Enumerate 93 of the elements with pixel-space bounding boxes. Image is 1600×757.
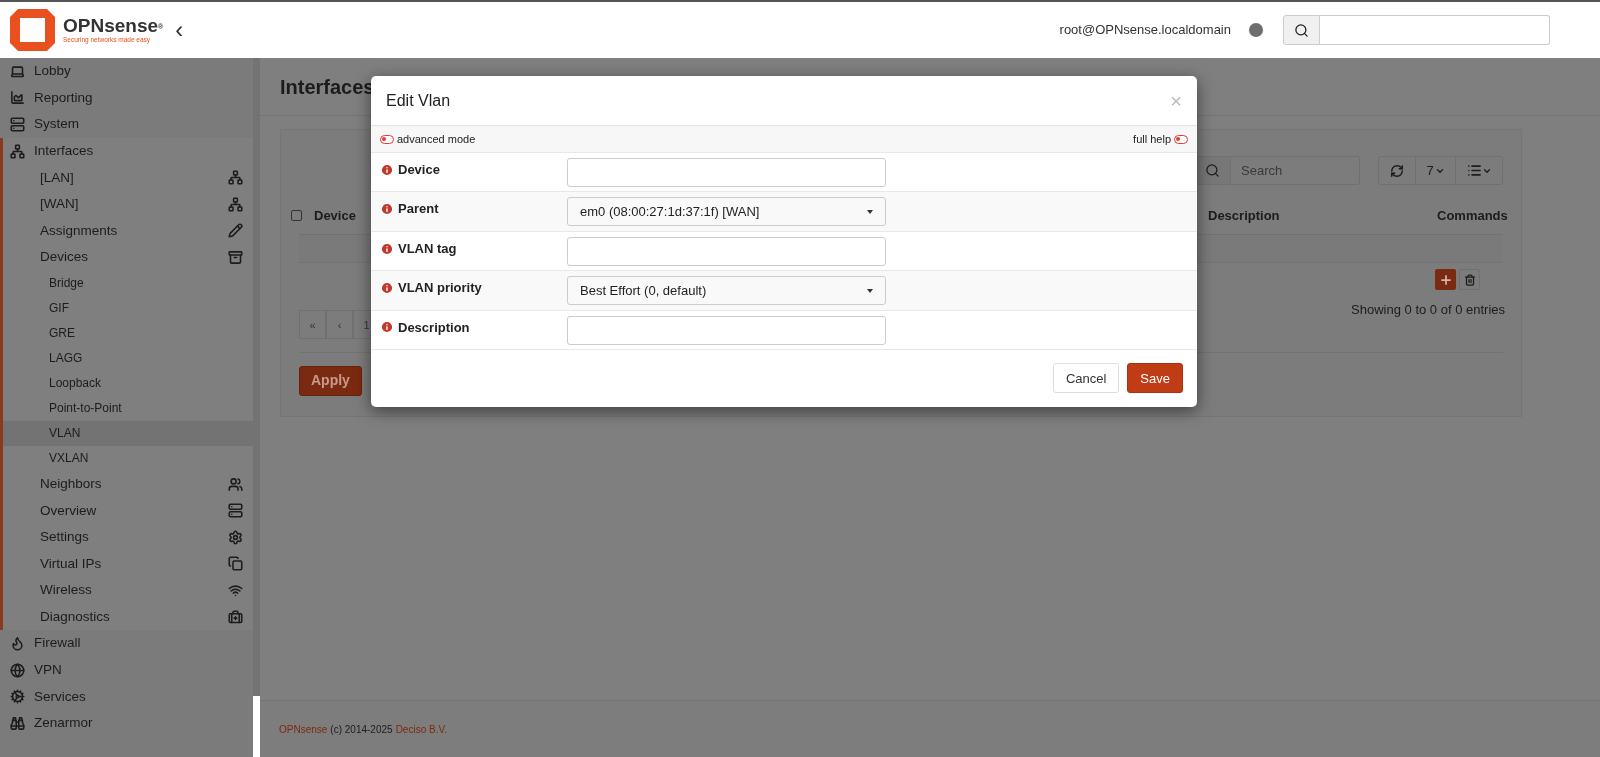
laptop-icon bbox=[10, 63, 25, 79]
logo-icon bbox=[10, 9, 55, 51]
field-label: VLAN tag bbox=[398, 239, 457, 258]
info-icon[interactable] bbox=[380, 320, 394, 335]
global-search-field[interactable] bbox=[1320, 15, 1550, 45]
first-aid-icon bbox=[228, 609, 243, 625]
nav-subitem[interactable]: [WAN] bbox=[3, 190, 253, 218]
nav-subitem[interactable]: Neighbors bbox=[3, 470, 253, 498]
pencil-icon bbox=[228, 223, 243, 239]
delete-button[interactable] bbox=[1459, 269, 1480, 290]
select-all-checkbox[interactable] bbox=[291, 210, 302, 221]
info-icon[interactable] bbox=[380, 241, 394, 256]
nav-subitem[interactable]: Virtual IPs bbox=[3, 550, 253, 578]
flame-icon bbox=[10, 636, 25, 652]
select-field[interactable]: em0 (08:00:27:1d:37:1f) [WAN] bbox=[567, 197, 886, 227]
search-icon bbox=[1205, 163, 1220, 178]
collapse-button[interactable]: ‹ bbox=[175, 18, 184, 42]
info-icon[interactable] bbox=[380, 162, 394, 177]
nav-subitem[interactable]: Overview bbox=[3, 497, 253, 524]
search-field[interactable]: Search bbox=[1231, 156, 1360, 185]
nav-subitem[interactable]: GRE bbox=[3, 320, 253, 346]
nav-subitem[interactable]: GIF bbox=[3, 295, 253, 321]
trash-icon bbox=[1463, 273, 1476, 286]
nav-subitem[interactable]: Loopback bbox=[3, 370, 253, 396]
text-field[interactable] bbox=[567, 315, 886, 345]
footer-link[interactable]: Deciso B.V. bbox=[395, 721, 447, 737]
copyright-text: (c) 2014-2025 bbox=[330, 722, 393, 737]
network-icon bbox=[10, 143, 25, 159]
nav-subitem[interactable]: Point-to-Point bbox=[3, 395, 253, 421]
column-header[interactable]: Description bbox=[1208, 205, 1437, 226]
server-icon bbox=[10, 117, 25, 132]
plus-icon bbox=[1438, 272, 1453, 287]
field-label: Device bbox=[398, 161, 440, 179]
footer-link[interactable]: OPNsense bbox=[279, 721, 328, 737]
copy-icon bbox=[228, 556, 243, 572]
entries-info: Showing 0 to 0 of 0 entries bbox=[1351, 301, 1505, 319]
refresh-icon bbox=[1390, 163, 1404, 178]
logo-wordmark: OPNsense$^{®}$ bbox=[63, 16, 164, 36]
gear-icon bbox=[10, 689, 25, 705]
nav-subitem[interactable]: Diagnostics bbox=[3, 603, 253, 631]
add-button[interactable] bbox=[1435, 269, 1456, 290]
info-icon[interactable] bbox=[380, 280, 394, 295]
nav-item[interactable]: Reporting bbox=[0, 84, 253, 112]
nav-item[interactable]: Services bbox=[0, 683, 253, 711]
list-icon bbox=[1466, 163, 1482, 178]
wifi-icon bbox=[228, 582, 243, 598]
nav-item[interactable]: System bbox=[0, 111, 253, 138]
nav-subitem[interactable]: Settings bbox=[3, 523, 253, 551]
globe-icon bbox=[10, 662, 25, 678]
page-title: Interfaces bbox=[280, 74, 375, 100]
nav-item[interactable]: Interfaces bbox=[3, 137, 253, 165]
nav-subitem[interactable]: LAGG bbox=[3, 345, 253, 371]
users-icon bbox=[228, 476, 243, 492]
pagination-button[interactable]: ‹ bbox=[326, 310, 353, 340]
nav-subitem[interactable]: VLAN bbox=[3, 420, 253, 446]
text-field[interactable] bbox=[567, 158, 886, 187]
user-name[interactable]: root@OPNsense.localdomain bbox=[1059, 20, 1231, 40]
nav-item[interactable]: Firewall bbox=[0, 630, 253, 657]
nav-subitem[interactable]: Bridge bbox=[3, 270, 253, 296]
field-label: Description bbox=[398, 318, 470, 337]
nav-item[interactable]: VPN bbox=[0, 656, 253, 684]
field-label: Parent bbox=[398, 200, 439, 219]
search-icon bbox=[1294, 22, 1309, 38]
nav-item[interactable]: Zenarmor bbox=[0, 710, 253, 737]
cancel-button[interactable]: Cancel bbox=[1052, 363, 1120, 394]
network-icon bbox=[228, 170, 243, 186]
toggle-label: full help bbox=[1133, 131, 1171, 147]
chart-icon bbox=[10, 90, 25, 106]
gears-icon bbox=[228, 529, 243, 545]
apply-button[interactable]: Apply bbox=[299, 365, 362, 396]
toggle-switch[interactable] bbox=[1174, 134, 1188, 144]
nav-subitem[interactable]: [LAN] bbox=[3, 164, 253, 191]
server-icon bbox=[228, 503, 243, 519]
select-field[interactable]: Best Effort (0, default) bbox=[567, 276, 886, 306]
toggle-switch[interactable] bbox=[380, 134, 394, 144]
caret-icon bbox=[867, 209, 873, 214]
toggle-label: advanced mode bbox=[397, 131, 476, 147]
caret-icon bbox=[867, 288, 873, 293]
nav-subitem[interactable]: VXLAN bbox=[3, 445, 253, 471]
nav-subitem[interactable]: Assignments bbox=[3, 217, 253, 245]
text-field[interactable] bbox=[567, 236, 886, 266]
nav-item[interactable]: Lobby bbox=[0, 58, 253, 85]
field-label: VLAN priority bbox=[398, 279, 482, 298]
binoculars-icon bbox=[10, 715, 25, 731]
info-icon[interactable] bbox=[380, 202, 394, 217]
network-icon bbox=[228, 196, 243, 212]
save-button[interactable]: Save bbox=[1127, 363, 1183, 394]
archive-icon bbox=[228, 249, 243, 265]
scrollbar[interactable] bbox=[253, 58, 260, 696]
nav-subitem[interactable]: Wireless bbox=[3, 577, 253, 604]
dialog-title: Edit Vlan bbox=[386, 90, 451, 111]
nav-subitem[interactable]: Devices bbox=[3, 244, 253, 271]
pagination-button[interactable]: « bbox=[299, 310, 326, 340]
